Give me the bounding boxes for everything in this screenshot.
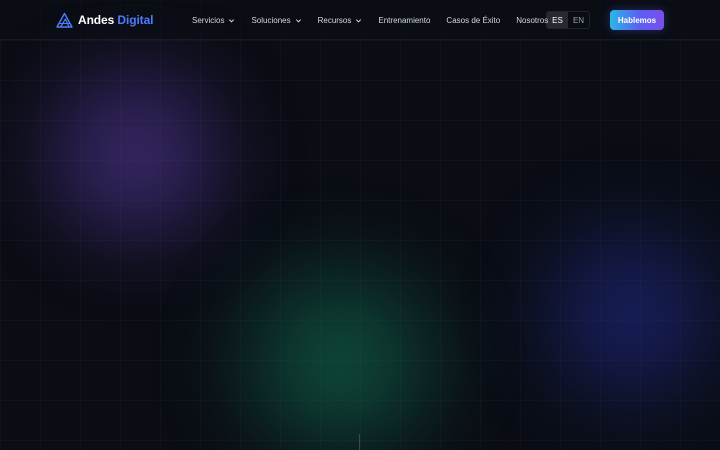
brand-name-accent: Digital: [117, 13, 154, 27]
language-switcher: ES EN: [546, 11, 590, 29]
language-option-en[interactable]: EN: [568, 12, 589, 28]
nav-item-casos-de-exito[interactable]: Casos de Éxito: [446, 16, 500, 25]
chevron-down-icon: [295, 18, 301, 22]
brand-logo-link[interactable]: Andes Digital: [56, 11, 153, 29]
nav-item-entrenamiento[interactable]: Entrenamiento: [378, 16, 430, 25]
site-header: Andes Digital Servicios Soluciones Recur…: [0, 0, 720, 40]
nav-item-servicios[interactable]: Servicios: [192, 16, 235, 25]
nav-item-soluciones[interactable]: Soluciones: [251, 16, 301, 25]
chevron-down-icon: [229, 18, 235, 22]
nav-item-recursos[interactable]: Recursos: [318, 16, 363, 25]
main-nav: Servicios Soluciones Recursos Entrenamie…: [192, 12, 548, 28]
nav-item-label: Servicios: [192, 15, 225, 25]
nav-item-label: Entrenamiento: [378, 15, 431, 25]
brand-name: Andes Digital: [78, 13, 153, 27]
mountain-logo-icon: [56, 12, 73, 28]
page: Andes Digital Servicios Soluciones Recur…: [0, 0, 720, 450]
scroll-indicator: [359, 434, 360, 450]
nav-item-label: Nosotros: [516, 15, 549, 25]
nav-item-label: Recursos: [317, 15, 352, 25]
language-option-es[interactable]: ES: [547, 12, 568, 28]
chevron-down-icon: [356, 18, 362, 22]
purple-glow: [0, 40, 270, 270]
brand-name-primary: Andes: [78, 13, 115, 27]
hablemos-button[interactable]: Hablemos: [610, 10, 664, 30]
nav-item-label: Casos de Éxito: [446, 15, 501, 25]
nav-item-nosotros[interactable]: Nosotros: [516, 16, 548, 25]
nav-item-label: Soluciones: [251, 15, 291, 25]
